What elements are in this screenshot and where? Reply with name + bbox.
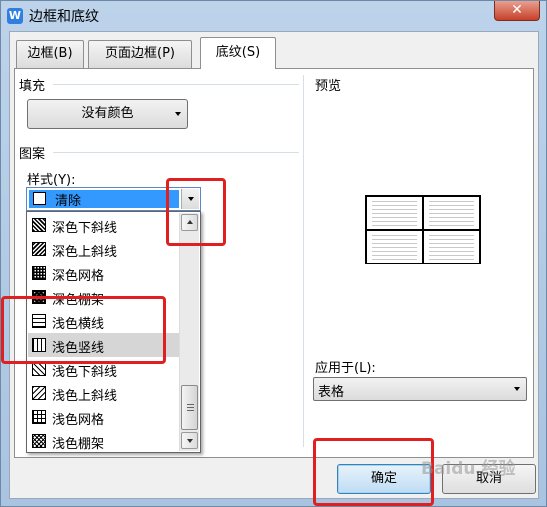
tab-borders[interactable]: 边框(B) xyxy=(16,40,84,68)
preview-cell xyxy=(423,230,480,264)
preview-cell xyxy=(366,230,423,264)
grip-line xyxy=(187,404,194,405)
preview-cell xyxy=(366,196,423,230)
fill-color-dropdown[interactable]: 没有颜色 xyxy=(27,99,188,129)
baidu-watermark: Baidu 经验 xyxy=(421,459,516,479)
fill-group-divider xyxy=(53,84,299,85)
preview-table xyxy=(365,195,481,264)
chevron-down-icon xyxy=(175,112,181,116)
style-label: 样式(Y): xyxy=(27,173,76,188)
tab-shading[interactable]: 底纹(S) xyxy=(200,37,276,69)
wps-writer-icon: W xyxy=(7,8,23,24)
list-item[interactable]: 深色网格 xyxy=(28,261,180,285)
apply-to-dropdown[interactable]: 表格 xyxy=(313,377,527,401)
annotation-box-pattern-items xyxy=(1,296,166,364)
dark-up-diagonal-icon xyxy=(32,242,46,256)
annotation-box-dropdown xyxy=(166,178,226,246)
annotation-box-ok xyxy=(313,438,434,506)
tab-page-borders[interactable]: 页面边框(P) xyxy=(88,40,192,68)
fill-group-label: 填充 xyxy=(19,79,46,94)
light-down-diagonal-icon xyxy=(32,362,46,376)
list-item[interactable]: 浅色上斜线 xyxy=(28,381,180,405)
grip-line xyxy=(187,407,194,408)
chevron-down-icon xyxy=(187,439,193,443)
clear-pattern-icon xyxy=(33,192,46,205)
scroll-thumb[interactable] xyxy=(181,385,198,430)
pane-divider xyxy=(303,75,304,447)
light-trellis-icon xyxy=(32,434,46,448)
apply-to-value: 表格 xyxy=(318,385,345,400)
grip-line xyxy=(187,410,194,411)
dialog-window: W 边框和底纹 ✕ 边框(B) 页面边框(P) 底纹(S) 填充 没有颜色 图案… xyxy=(0,0,547,507)
pattern-style-selected: 清除 xyxy=(29,190,179,209)
list-scrollbar[interactable] xyxy=(179,213,199,451)
chevron-down-icon xyxy=(514,387,520,391)
close-button[interactable]: ✕ xyxy=(494,1,540,21)
dialog-title: 边框和底纹 xyxy=(29,9,99,25)
list-item[interactable]: 深色上斜线 xyxy=(28,237,180,261)
pattern-group-label: 图案 xyxy=(19,147,46,162)
light-grid-icon xyxy=(32,410,46,424)
list-item[interactable]: 浅色网格 xyxy=(28,405,180,429)
list-item[interactable]: 深色下斜线 xyxy=(28,213,180,237)
dark-grid-icon xyxy=(32,266,46,280)
fill-color-value: 没有颜色 xyxy=(81,106,134,121)
apply-to-label: 应用于(L): xyxy=(315,361,376,376)
preview-cell xyxy=(423,196,480,230)
scroll-down-button[interactable] xyxy=(181,432,198,449)
preview-label: 预览 xyxy=(315,79,342,94)
list-item[interactable]: 浅色棚架 xyxy=(28,429,180,453)
pattern-style-value: 清除 xyxy=(55,194,82,209)
title-bar: W 边框和底纹 ✕ xyxy=(1,1,546,31)
dark-down-diagonal-icon xyxy=(32,218,46,232)
pattern-group-divider xyxy=(53,152,299,153)
light-up-diagonal-icon xyxy=(32,386,46,400)
